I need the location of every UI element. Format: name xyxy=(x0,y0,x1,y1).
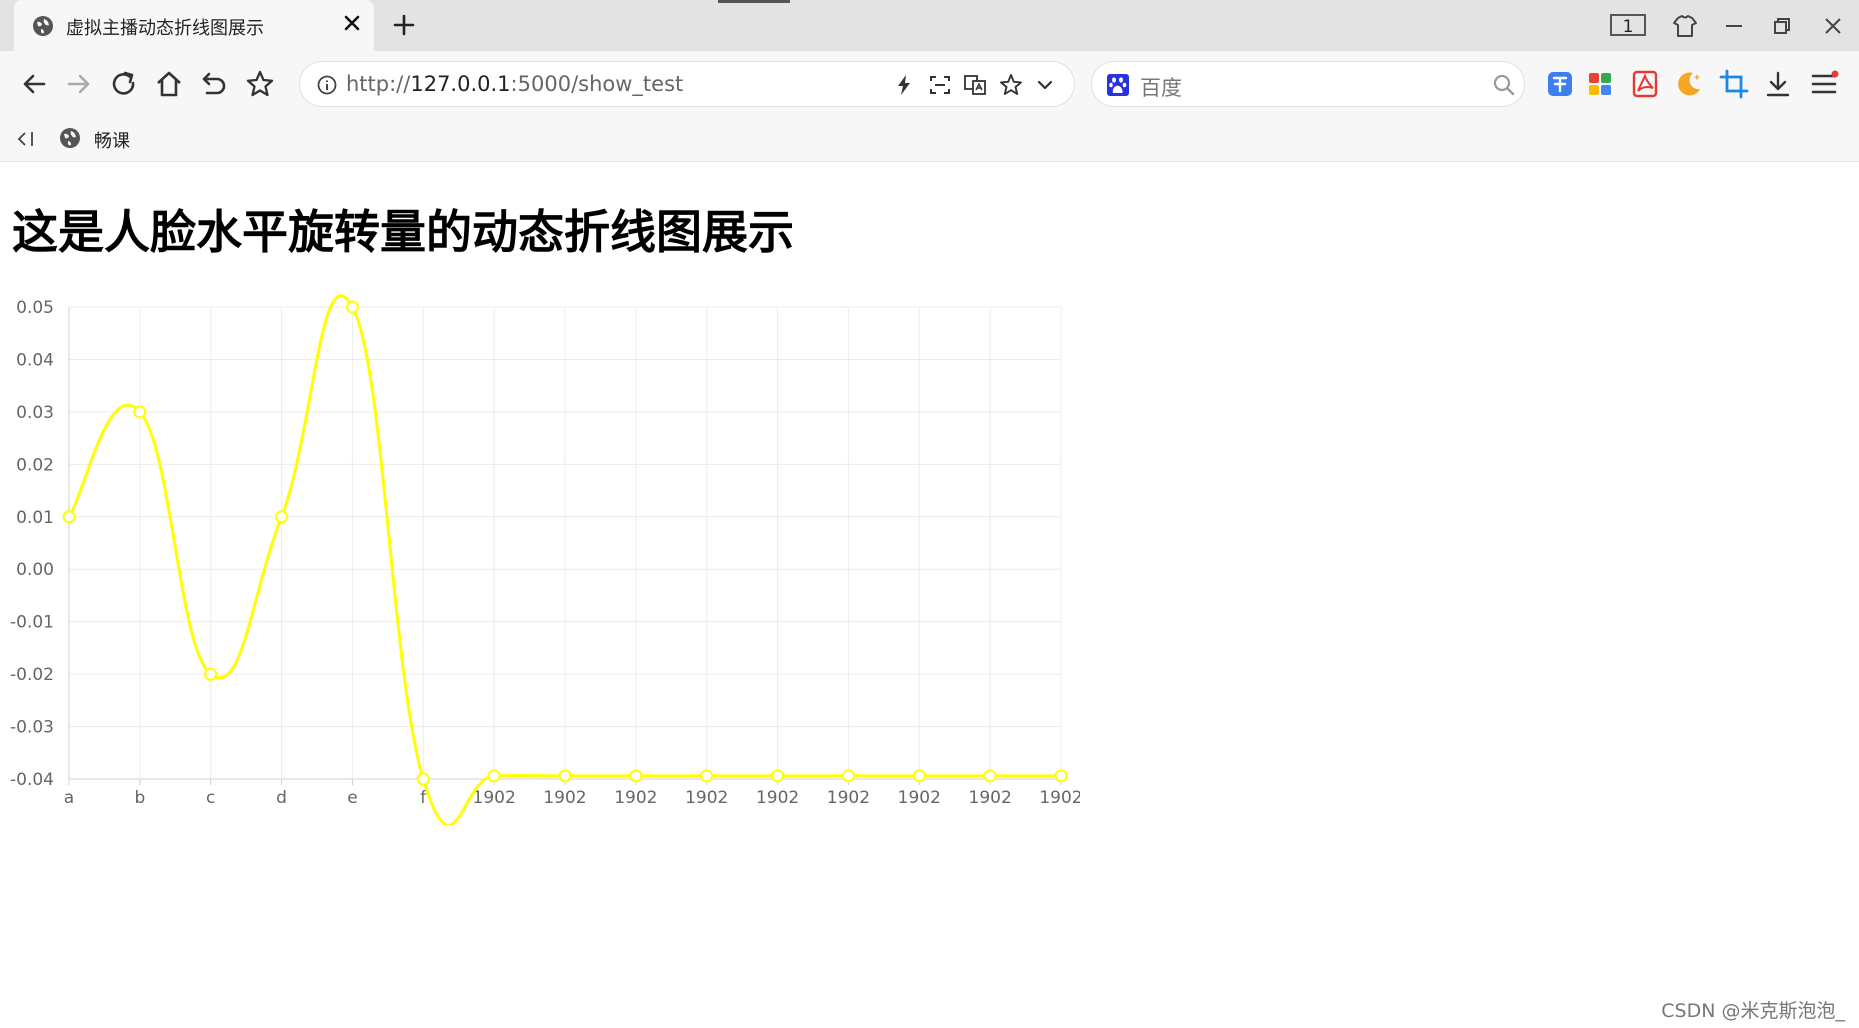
data-point[interactable] xyxy=(133,405,147,419)
data-point[interactable] xyxy=(700,769,714,783)
skin-icon[interactable] xyxy=(1668,9,1702,43)
tab-scroll-indicator xyxy=(718,0,790,3)
x-tick-label: 1902 xyxy=(543,788,586,808)
globe-icon xyxy=(60,128,80,148)
home-icon[interactable] xyxy=(153,68,185,100)
data-point[interactable] xyxy=(204,667,218,681)
line-chart: 0.05 0.04 0.03 0.02 0.01 0.00 -0.01 -0.02 -0.03 -… xyxy=(10,294,1080,825)
data-point[interactable] xyxy=(983,769,997,783)
data-point[interactable] xyxy=(912,769,926,783)
search-box[interactable]: 百度 xyxy=(1091,61,1525,107)
pdf-icon[interactable] xyxy=(1629,68,1661,100)
y-tick-label: -0.03 xyxy=(10,718,54,738)
y-tick-label: 0.00 xyxy=(16,560,54,580)
baidu-icon xyxy=(1107,74,1129,96)
y-tick-label: -0.04 xyxy=(10,770,54,790)
x-tick-label: 1902 xyxy=(473,788,516,808)
x-tick-label: 1902 xyxy=(756,788,799,808)
x-tick-label: 1902 xyxy=(827,788,870,808)
browser-tab[interactable]: 虚拟主播动态折线图展示 xyxy=(14,0,374,51)
data-point[interactable] xyxy=(629,769,643,783)
y-tick-label: -0.02 xyxy=(10,665,54,685)
y-tick-label: 0.04 xyxy=(16,350,54,370)
data-point[interactable] xyxy=(841,769,855,783)
globe-icon xyxy=(33,16,53,36)
data-point[interactable] xyxy=(1054,769,1068,783)
navigation-bar: http://127.0.0.1:5000/show_test 百度 xyxy=(0,51,1859,117)
y-tick-label: 0.03 xyxy=(16,403,54,423)
crop-icon[interactable] xyxy=(1718,68,1750,100)
x-tick-label: e xyxy=(347,788,357,808)
x-tick-label: 1902 xyxy=(1039,788,1080,808)
data-point[interactable] xyxy=(771,769,785,783)
url-text: http://127.0.0.1:5000/show_test xyxy=(346,72,684,96)
download-icon[interactable] xyxy=(1762,68,1794,100)
minimize-icon[interactable] xyxy=(1717,9,1751,43)
lightning-icon[interactable] xyxy=(892,73,916,97)
search-placeholder: 百度 xyxy=(1140,76,1182,100)
collapse-sidebar-icon[interactable] xyxy=(16,128,38,150)
x-tick-label: a xyxy=(64,788,74,808)
y-tick-label: 0.01 xyxy=(16,508,54,528)
x-tick-label: c xyxy=(206,788,215,808)
restore-icon[interactable] xyxy=(1765,9,1799,43)
close-window-icon[interactable] xyxy=(1816,9,1850,43)
tab-count-badge[interactable]: 1 xyxy=(1610,14,1646,37)
page-title: 这是人脸水平旋转量的动态折线图展示 xyxy=(12,205,794,259)
info-icon[interactable] xyxy=(317,75,337,95)
y-tick-label: 0.05 xyxy=(16,298,54,318)
favorite-star-icon[interactable] xyxy=(998,72,1024,98)
undo-close-icon[interactable] xyxy=(198,68,230,100)
x-tick-label: 1902 xyxy=(969,788,1012,808)
x-tick-label: 1902 xyxy=(898,788,941,808)
data-point[interactable] xyxy=(62,510,76,524)
x-tick-label: 1902 xyxy=(614,788,657,808)
star-icon[interactable] xyxy=(244,68,276,100)
x-tick-label: b xyxy=(134,788,145,808)
y-tick-label: -0.01 xyxy=(10,613,54,633)
screenshot-icon[interactable] xyxy=(928,73,952,97)
chevron-down-icon[interactable] xyxy=(1034,74,1056,96)
night-mode-icon[interactable] xyxy=(1673,68,1705,100)
back-icon[interactable] xyxy=(18,68,50,100)
apps-grid-icon[interactable] xyxy=(1584,68,1616,100)
bookmark-label: 畅课 xyxy=(94,131,130,152)
address-bar[interactable]: http://127.0.0.1:5000/show_test xyxy=(299,61,1075,107)
new-tab-icon[interactable] xyxy=(390,11,418,39)
data-point[interactable] xyxy=(416,772,430,786)
bookmarks-bar: 畅课 xyxy=(0,117,1859,162)
close-tab-icon[interactable] xyxy=(340,11,364,35)
translate-extension-icon[interactable] xyxy=(1544,68,1576,100)
data-point[interactable] xyxy=(487,769,501,783)
x-tick-label: 1902 xyxy=(685,788,728,808)
y-tick-label: 0.02 xyxy=(16,455,54,475)
tab-title: 虚拟主播动态折线图展示 xyxy=(66,18,264,39)
data-point[interactable] xyxy=(345,300,359,314)
data-point[interactable] xyxy=(558,769,572,783)
translate-icon[interactable] xyxy=(963,73,987,97)
watermark: CSDN @米克斯泡泡_ xyxy=(1661,1000,1845,1022)
x-tick-label: d xyxy=(276,788,287,808)
forward-icon[interactable] xyxy=(63,68,95,100)
data-point[interactable] xyxy=(275,510,289,524)
menu-icon[interactable] xyxy=(1808,68,1840,100)
tab-strip: 虚拟主播动态折线图展示 1 xyxy=(0,0,1859,51)
search-icon[interactable] xyxy=(1492,73,1516,97)
reload-icon[interactable] xyxy=(108,68,140,100)
